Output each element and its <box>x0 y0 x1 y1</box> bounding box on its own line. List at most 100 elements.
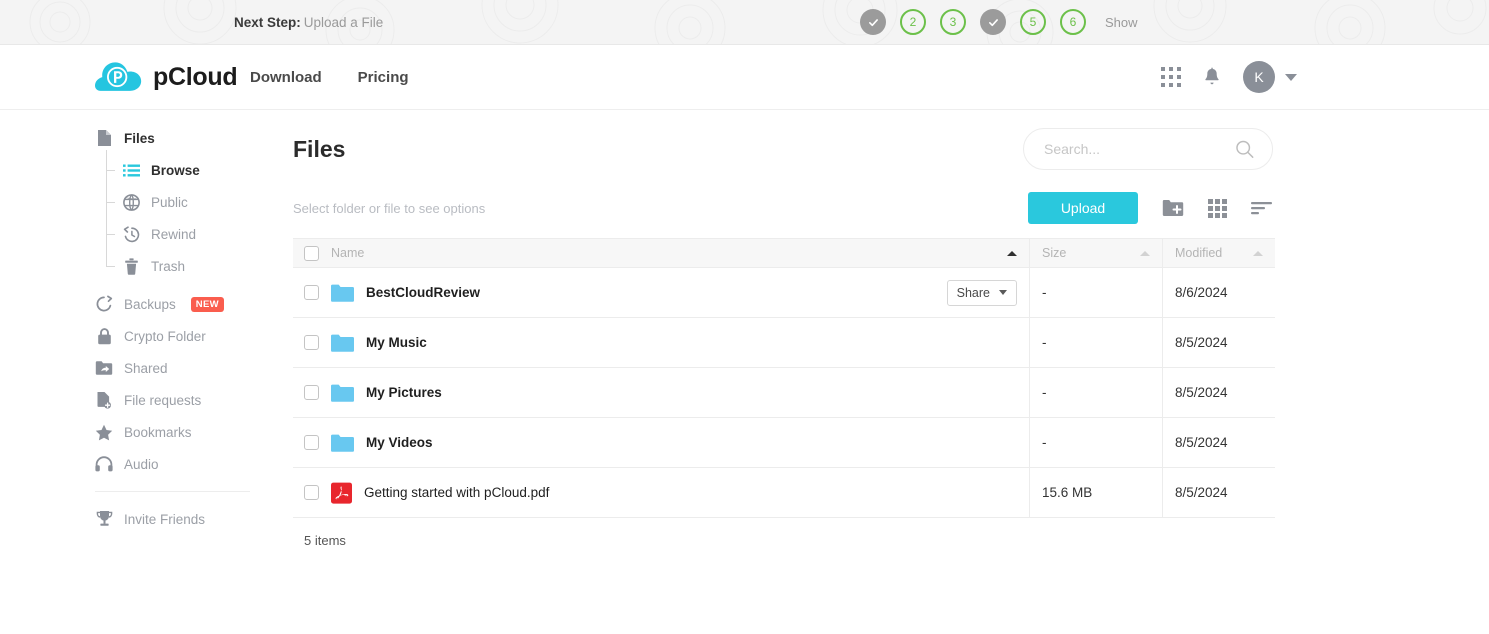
sidebar-item-public[interactable]: Public <box>0 186 293 218</box>
grid-view-icon[interactable] <box>1208 198 1227 218</box>
items-count: 5 items <box>304 533 346 548</box>
table-row[interactable]: Getting started with pCloud.pdf 15.6 MB … <box>293 468 1275 518</box>
toolbar-hint: Select folder or file to see options <box>293 200 486 216</box>
history-icon <box>122 225 140 243</box>
bell-icon[interactable] <box>1203 67 1221 87</box>
sort-caret-size[interactable] <box>1140 250 1150 256</box>
banner-pattern <box>29 0 1487 44</box>
row-name-cell[interactable]: My Pictures <box>293 368 1030 417</box>
sidebar-item-label: Bookmarks <box>124 424 192 440</box>
onboarding-step-1[interactable] <box>860 9 886 35</box>
row-size: - <box>1030 268 1163 317</box>
onboarding-step-3[interactable]: 3 <box>940 9 966 35</box>
new-folder-icon[interactable] <box>1162 199 1184 217</box>
search-box[interactable] <box>1023 128 1273 170</box>
globe-icon <box>122 193 140 211</box>
sidebar-item-label: Crypto Folder <box>124 328 206 344</box>
onboarding-step-6[interactable]: 6 <box>1060 9 1086 35</box>
row-name-cell[interactable]: My Music <box>293 318 1030 367</box>
row-checkbox[interactable] <box>304 385 319 400</box>
next-step-value: Upload a File <box>303 14 384 30</box>
sidebar-item-shared[interactable]: Shared <box>0 352 293 384</box>
column-header-size-label: Size <box>1042 246 1067 260</box>
sidebar-item-audio[interactable]: Audio <box>0 448 293 480</box>
row-name-cell[interactable]: BestCloudReview Share <box>293 268 1030 317</box>
onboarding-step-4[interactable] <box>980 9 1006 35</box>
onboarding-banner: Next Step: Upload a File 2 3 5 6 Show <box>0 0 1489 45</box>
sidebar-divider <box>95 491 250 492</box>
share-button[interactable]: Share <box>946 279 1017 306</box>
table-row[interactable]: My Pictures - 8/5/2024 <box>293 368 1275 418</box>
file-request-icon <box>95 391 113 409</box>
files-table: Name Size Modified BestCloudReview Share… <box>293 238 1275 548</box>
sidebar-item-trash[interactable]: Trash <box>0 250 293 282</box>
row-modified: 8/6/2024 <box>1175 285 1228 300</box>
sort-caret-name[interactable] <box>1007 250 1017 256</box>
sidebar-item-file-requests[interactable]: File requests <box>0 384 293 416</box>
trash-icon <box>122 257 140 275</box>
avatar: K <box>1243 61 1275 93</box>
sidebar-item-browse[interactable]: Browse <box>0 154 293 186</box>
user-menu[interactable]: K <box>1243 61 1297 93</box>
row-modified: 8/5/2024 <box>1175 435 1228 450</box>
row-name-cell[interactable]: Getting started with pCloud.pdf <box>293 468 1030 517</box>
header-nav: Download Pricing <box>250 69 409 86</box>
next-step-label: Next Step: <box>234 14 301 30</box>
upload-button[interactable]: Upload <box>1028 192 1138 224</box>
search-icon[interactable] <box>1235 138 1254 160</box>
row-name-cell[interactable]: My Videos <box>293 418 1030 467</box>
sidebar-item-files[interactable]: Files <box>0 122 293 154</box>
sidebar-item-rewind[interactable]: Rewind <box>0 218 293 250</box>
row-checkbox[interactable] <box>304 435 319 450</box>
check-icon <box>988 18 998 26</box>
sidebar-item-crypto-folder[interactable]: Crypto Folder <box>0 320 293 352</box>
sidebar-item-label: Public <box>151 194 188 210</box>
nav-link-download[interactable]: Download <box>250 69 322 86</box>
sidebar-item-bookmarks[interactable]: Bookmarks <box>0 416 293 448</box>
main-content: Files Select folder or file to see optio… <box>293 110 1489 634</box>
show-steps-link[interactable]: Show <box>1105 15 1138 30</box>
sort-caret-modified[interactable] <box>1253 250 1263 256</box>
file-icon <box>95 129 113 147</box>
file-name: Getting started with pCloud.pdf <box>364 485 550 500</box>
onboarding-step-2[interactable]: 2 <box>900 9 926 35</box>
brand-logo[interactable]: pCloud <box>95 60 238 94</box>
table-row[interactable]: My Music - 8/5/2024 <box>293 318 1275 368</box>
table-row[interactable]: My Videos - 8/5/2024 <box>293 418 1275 468</box>
sidebar-files-subitems: Browse Public Rewind Trash <box>0 150 293 282</box>
sidebar-item-backups[interactable]: Backups NEW <box>0 288 293 320</box>
row-checkbox[interactable] <box>304 285 319 300</box>
content-toolbar: Select folder or file to see options Upl… <box>293 170 1489 224</box>
column-header-modified[interactable]: Modified <box>1163 239 1275 267</box>
sidebar: Files Browse Public Rewind Trash Backups… <box>0 110 293 634</box>
select-all-checkbox[interactable] <box>304 245 319 261</box>
chevron-down-icon <box>999 290 1007 295</box>
sidebar-item-label: Backups <box>124 296 176 312</box>
share-button-label: Share <box>956 285 990 300</box>
column-header-name[interactable]: Name <box>293 239 1030 267</box>
row-checkbox[interactable] <box>304 485 319 500</box>
nav-link-pricing[interactable]: Pricing <box>358 69 409 86</box>
app-body: Files Browse Public Rewind Trash Backups… <box>0 110 1489 634</box>
chevron-down-icon <box>1285 73 1297 81</box>
row-size: - <box>1030 418 1163 467</box>
row-checkbox[interactable] <box>304 335 319 350</box>
column-header-size[interactable]: Size <box>1030 239 1163 267</box>
pdf-file-icon <box>331 482 352 504</box>
search-input[interactable] <box>1042 140 1227 158</box>
file-name: BestCloudReview <box>366 285 481 300</box>
row-size: 15.6 MB <box>1030 468 1163 517</box>
next-step-text: Next Step: Upload a File <box>234 15 383 30</box>
sidebar-item-invite-friends[interactable]: Invite Friends <box>0 503 293 535</box>
sort-icon[interactable] <box>1251 201 1273 215</box>
onboarding-step-5[interactable]: 5 <box>1020 9 1046 35</box>
row-modified: 8/5/2024 <box>1175 385 1228 400</box>
table-row[interactable]: BestCloudReview Share - 8/6/2024 <box>293 268 1275 318</box>
check-icon <box>868 18 878 26</box>
header-actions: K <box>1161 61 1297 93</box>
sidebar-item-label: Shared <box>124 360 168 376</box>
list-icon <box>122 161 140 179</box>
page-title: Files <box>293 135 346 162</box>
headphones-icon <box>95 455 113 473</box>
app-launcher-icon[interactable] <box>1161 67 1181 87</box>
